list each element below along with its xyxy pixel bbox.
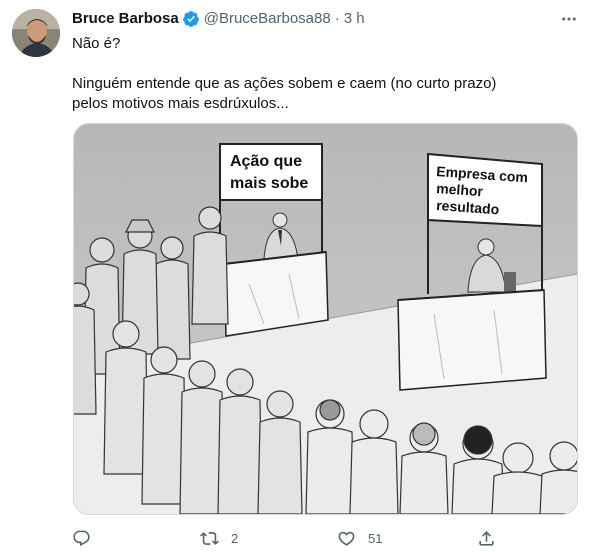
right-sign-line2: melhor xyxy=(436,180,484,199)
reply-button[interactable] xyxy=(72,526,103,550)
author-handle[interactable]: @BruceBarbosa88 xyxy=(204,9,331,29)
left-sign-line2: mais sobe xyxy=(230,175,308,192)
cartoon-illustration: Ação que mais sobe Empresa com melhor re… xyxy=(74,124,577,514)
tweet: Bruce Barbosa @BruceBarbosa88 · 3 h Não … xyxy=(0,0,592,552)
more-icon[interactable] xyxy=(560,10,578,28)
reply-icon xyxy=(73,530,90,546)
like-icon xyxy=(338,531,355,546)
tweet-actions: 2 51 xyxy=(72,526,532,550)
share-button[interactable] xyxy=(477,526,496,550)
tweet-header: Bruce Barbosa @BruceBarbosa88 · 3 h xyxy=(72,9,365,29)
verified-badge-icon xyxy=(182,11,199,27)
avatar-photo xyxy=(12,9,60,57)
tweet-timestamp[interactable]: 3 h xyxy=(344,9,365,29)
retweet-count: 2 xyxy=(231,530,239,546)
share-icon xyxy=(479,530,494,546)
tweet-image[interactable]: Ação que mais sobe Empresa com melhor re… xyxy=(73,123,578,515)
left-sign-line1: Ação que xyxy=(230,153,302,170)
like-count: 51 xyxy=(368,530,383,546)
author-name[interactable]: Bruce Barbosa xyxy=(72,9,179,29)
like-button[interactable]: 51 xyxy=(337,526,382,550)
tweet-text-line2: Ninguém entende que as ações sobem e cae… xyxy=(72,75,497,112)
header-separator: · xyxy=(334,10,340,27)
tweet-text-line1: Não é? xyxy=(72,35,121,52)
retweet-icon xyxy=(200,531,219,545)
author-avatar[interactable] xyxy=(12,9,60,57)
retweet-button[interactable]: 2 xyxy=(200,526,238,550)
tweet-text: Não é? Ninguém entende que as ações sobe… xyxy=(72,34,572,114)
